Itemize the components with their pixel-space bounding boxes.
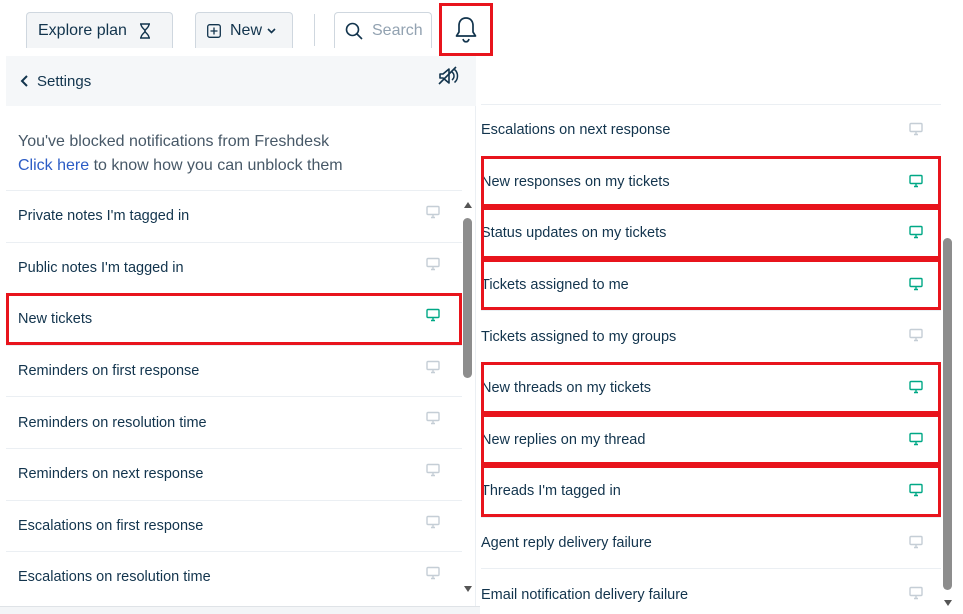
desktop-disabled-icon[interactable] (426, 205, 440, 219)
notification-label: Status updates on my tickets (481, 225, 667, 242)
notification-row[interactable]: Escalations on resolution time (6, 551, 462, 603)
explore-plan-label: Explore plan (38, 21, 127, 39)
desktop-enabled-icon[interactable] (909, 277, 923, 291)
notification-row[interactable]: Email notification delivery failure (481, 568, 941, 614)
bell-icon (455, 16, 477, 43)
desktop-disabled-icon[interactable] (909, 122, 923, 136)
notification-row[interactable]: Status updates on my tickets (481, 207, 941, 259)
desktop-enabled-icon[interactable] (909, 225, 923, 239)
settings-back-button[interactable]: Settings (6, 56, 476, 106)
notification-label: Private notes I'm tagged in (18, 208, 190, 225)
notification-label: New replies on my thread (481, 431, 646, 448)
desktop-disabled-icon[interactable] (909, 535, 923, 549)
notification-label: Tickets assigned to my groups (481, 328, 677, 345)
chevron-down-icon (267, 27, 276, 34)
desktop-disabled-icon[interactable] (426, 463, 440, 477)
left-notification-list: Private notes I'm tagged in Public notes … (6, 190, 462, 603)
desktop-enabled-icon[interactable] (909, 483, 923, 497)
notification-label: New threads on my tickets (481, 380, 652, 397)
notification-row[interactable]: Agent reply delivery failure (481, 516, 941, 569)
left-scrollbar[interactable] (462, 200, 474, 600)
desktop-disabled-icon[interactable] (426, 515, 440, 529)
unblock-help-link[interactable]: Click here (18, 157, 89, 174)
notification-row[interactable]: Threads I'm tagged in (481, 465, 941, 517)
blocked-message: You've blocked notifications from Freshd… (18, 133, 330, 150)
notification-row[interactable]: Tickets assigned to me (481, 258, 941, 311)
desktop-enabled-icon[interactable] (909, 174, 923, 188)
notification-label: New responses on my tickets (481, 173, 670, 190)
notification-row[interactable]: New threads on my tickets (481, 361, 941, 414)
desktop-disabled-icon[interactable] (426, 257, 440, 271)
desktop-disabled-icon[interactable] (909, 586, 923, 600)
search-icon (345, 22, 363, 40)
toolbar-divider (314, 14, 315, 46)
notification-label: New tickets (18, 311, 93, 328)
desktop-enabled-icon[interactable] (909, 380, 923, 394)
notification-label: Email notification delivery failure (481, 586, 689, 603)
notification-label: Escalations on next response (481, 122, 671, 139)
new-button[interactable]: New (195, 12, 293, 48)
notification-row[interactable]: Private notes I'm tagged in (6, 190, 462, 242)
notification-row[interactable]: Tickets assigned to my groups (481, 310, 941, 362)
blocked-notice: You've blocked notifications from Freshd… (18, 130, 343, 178)
scroll-down-arrow-icon[interactable] (944, 600, 952, 606)
desktop-disabled-icon[interactable] (426, 360, 440, 374)
notification-row[interactable]: Reminders on first response (6, 344, 462, 397)
desktop-disabled-icon[interactable] (426, 411, 440, 425)
right-scroll-thumb[interactable] (943, 238, 952, 590)
settings-title: Settings (37, 72, 92, 90)
unblock-help-text: to know how you can unblock them (89, 157, 343, 174)
notification-settings-panel: Settings You've blocked notifications fr… (6, 56, 476, 614)
desktop-enabled-icon[interactable] (426, 308, 440, 322)
hourglass-icon (139, 22, 150, 39)
notification-label: Agent reply delivery failure (481, 535, 652, 552)
notification-label: Reminders on first response (18, 363, 200, 380)
scroll-up-arrow-icon[interactable] (464, 202, 472, 208)
notification-label: Reminders on resolution time (18, 414, 207, 431)
notification-label: Escalations on resolution time (18, 569, 211, 586)
right-scrollbar[interactable] (941, 104, 955, 610)
bottom-edge (0, 606, 480, 614)
desktop-disabled-icon[interactable] (909, 328, 923, 342)
mute-megaphone-icon[interactable] (437, 66, 459, 86)
desktop-disabled-icon[interactable] (426, 566, 440, 580)
notification-row[interactable]: Escalations on first response (6, 499, 462, 552)
notification-row[interactable]: New replies on my thread (481, 413, 941, 466)
search-input[interactable]: Search (334, 12, 432, 48)
plus-square-icon (207, 23, 221, 38)
notification-row[interactable]: Reminders on resolution time (6, 396, 462, 448)
chevron-left-icon (20, 75, 28, 87)
notifications-button[interactable] (439, 3, 493, 56)
desktop-enabled-icon[interactable] (909, 432, 923, 446)
scroll-down-arrow-icon[interactable] (464, 586, 472, 592)
top-bar: Explore plan New Search (0, 0, 963, 56)
notification-label: Public notes I'm tagged in (18, 259, 184, 276)
notification-label: Escalations on first response (18, 517, 204, 534)
notification-row[interactable]: New tickets (6, 293, 462, 345)
notification-label: Threads I'm tagged in (481, 483, 621, 500)
left-scroll-thumb[interactable] (463, 218, 472, 378)
notification-row[interactable]: Escalations on next response (481, 104, 941, 156)
notification-row[interactable]: Public notes I'm tagged in (6, 241, 462, 294)
notification-row[interactable]: New responses on my tickets (481, 155, 941, 208)
right-notification-list: Escalations on next response New response… (481, 104, 941, 614)
search-placeholder: Search (372, 21, 423, 39)
notification-row[interactable]: Reminders on next response (6, 447, 462, 500)
notification-label: Tickets assigned to me (481, 277, 629, 294)
explore-plan-button[interactable]: Explore plan (26, 12, 173, 48)
new-label: New (230, 21, 263, 39)
notification-label: Reminders on next response (18, 466, 204, 483)
notification-settings-panel-continued: Escalations on next response New response… (481, 104, 963, 614)
